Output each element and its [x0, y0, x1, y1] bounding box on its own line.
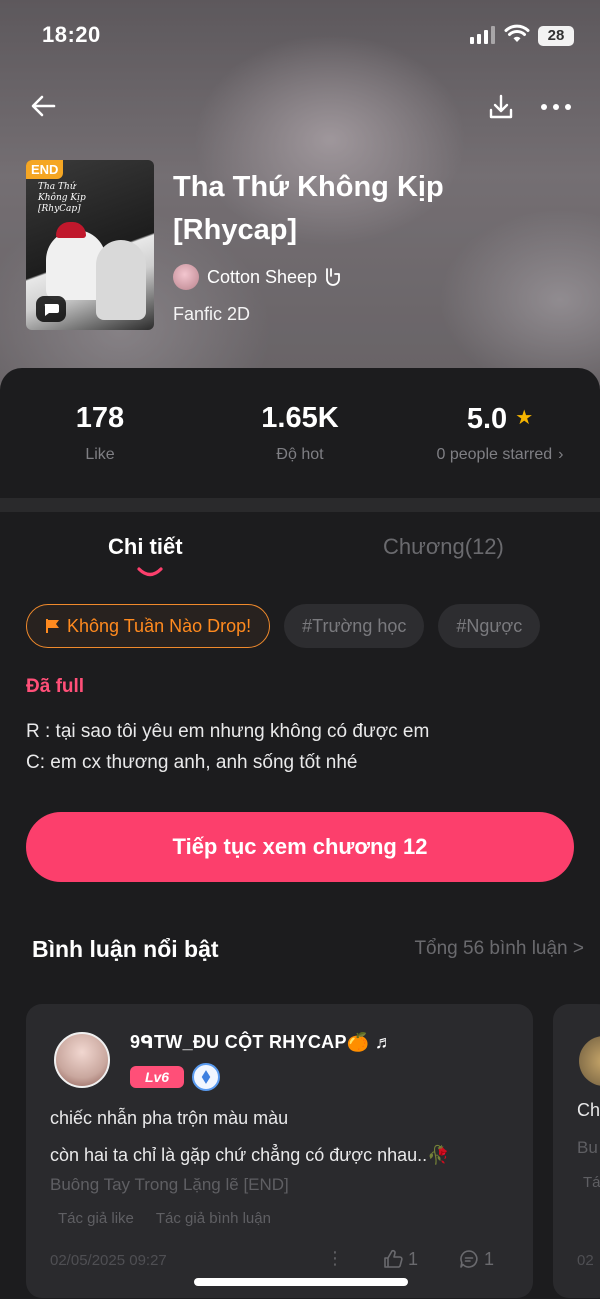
comment-card[interactable]: 9ᑫTW_ĐU CỘT RHYCAP🍊 ♬ Lv6 chiếc nhẫn pha… — [26, 1004, 533, 1298]
author-row[interactable]: Cotton Sheep — [173, 263, 343, 291]
back-arrow-icon[interactable] — [28, 90, 60, 122]
cellular-signal-icon — [470, 26, 495, 44]
star-icon: ★ — [515, 407, 534, 429]
comments-header: Bình luận nổi bật Tổng 56 bình luận > — [32, 936, 592, 970]
status-time: 18:20 — [42, 22, 101, 47]
active-tab-indicator — [137, 567, 163, 577]
stat-rating[interactable]: 5.0 ★ 0 people starred › — [400, 398, 600, 464]
comments-title: Bình luận nổi bật — [32, 936, 219, 962]
comment-date: 02/05/2025 09:27 — [50, 1252, 167, 1269]
story-genre: Fanfic 2D — [173, 304, 251, 324]
like-count: 1 — [408, 1248, 419, 1269]
more-options-icon[interactable] — [538, 92, 574, 122]
chevron-right-icon: › — [558, 446, 564, 463]
home-indicator[interactable] — [194, 1278, 408, 1286]
tab-chapters[interactable]: Chương(12) — [383, 534, 504, 560]
comment-reply-button[interactable]: 1 — [458, 1248, 494, 1270]
description-line: R : tại sao tôi yêu em nhưng không có đư… — [26, 721, 430, 742]
end-badge: END — [26, 160, 64, 179]
comment-date-partial: 02 — [577, 1252, 594, 1269]
comment-tags: Tác giả like Tác giả bình luận — [58, 1210, 271, 1227]
status-bar: 18:20 28 — [0, 0, 600, 70]
story-title: Tha Thứ Không Kịp [Rhycap] — [173, 171, 444, 246]
comment-text: chiếc nhẫn pha trộn màu màu còn hai ta c… — [50, 1100, 520, 1174]
tag-chip-hot[interactable]: Không Tuần Nào Drop! — [26, 604, 271, 648]
battery-indicator: 28 — [538, 26, 574, 46]
cover-santa-hat — [56, 222, 86, 238]
continue-reading-button[interactable]: Tiếp tục xem chương 12 — [26, 812, 574, 882]
author-avatar — [173, 264, 199, 290]
comment-line: chiếc nhẫn pha trộn màu màu — [50, 1108, 289, 1128]
rating-row: 5.0 ★ — [400, 398, 600, 438]
details-panel: 178 Like 1.65K Độ hot 5.0 ★ 0 people sta… — [0, 368, 600, 1299]
tab-bar: Chi tiết Chương(12) — [0, 530, 600, 590]
tag-label: Không Tuần Nào Drop! — [67, 615, 252, 636]
author-replied-tag: Tác giả bình luận — [155, 1210, 271, 1227]
flag-icon — [46, 619, 59, 633]
rating-label-row: 0 people starred › — [400, 446, 600, 464]
tag-chip[interactable]: #Trường học — [284, 604, 425, 648]
tag-chip[interactable]: #Ngược — [438, 604, 541, 648]
nav-bar — [0, 80, 600, 130]
member-badge-icon — [192, 1063, 220, 1091]
comment-source-partial: Bu — [577, 1138, 598, 1157]
reply-bubble-icon — [460, 1250, 478, 1268]
rating-label: 0 people starred — [436, 446, 553, 463]
comment-source-story[interactable]: Buông Tay Trong Lặng lẽ [END] — [50, 1175, 289, 1195]
likes-count: 178 — [75, 402, 125, 434]
level-badge: Lv6 — [130, 1066, 184, 1088]
comment-text-partial: Ch — [577, 1100, 600, 1120]
author-name: Cotton Sheep — [207, 266, 318, 287]
tab-details[interactable]: Chi tiết — [108, 534, 183, 560]
wifi-icon — [504, 24, 530, 42]
section-divider — [0, 498, 600, 512]
stat-likes: 178 Like — [0, 398, 200, 464]
commenter-avatar[interactable] — [54, 1032, 110, 1088]
comment-like-button[interactable]: 1 — [382, 1248, 418, 1270]
comment-menu-icon[interactable]: ⋮ — [326, 1248, 344, 1268]
cover-title-text: Tha Thứ Không Kịp [RhyCap] — [38, 182, 86, 214]
comment-line: còn hai ta chỉ là gặp chứ chẳng có được … — [50, 1145, 450, 1165]
comment-tag-partial: Tá — [583, 1174, 600, 1191]
commenter-avatar[interactable] — [579, 1036, 600, 1086]
description-line: C: em cx thương anh, anh sống tốt nhé — [26, 752, 358, 773]
author-badge-icon — [326, 268, 340, 286]
chat-bubble-icon — [36, 296, 66, 322]
download-icon[interactable] — [486, 92, 516, 122]
completion-status: Đã full — [26, 676, 85, 697]
hot-count: 1.65K — [261, 402, 339, 434]
hot-label: Độ hot — [276, 446, 324, 463]
rating-value: 5.0 — [466, 403, 508, 435]
comment-card-next[interactable]: Ch Bu Tá 02 — [553, 1004, 600, 1298]
cover-figure — [96, 240, 146, 320]
author-liked-tag: Tác giả like — [58, 1210, 134, 1227]
all-comments-link[interactable]: Tổng 56 bình luận > — [414, 938, 584, 960]
tag-list: Không Tuần Nào Drop! #Trường học #Ngược — [26, 604, 586, 648]
stats-row: 178 Like 1.65K Độ hot 5.0 ★ 0 people sta… — [0, 368, 600, 498]
commenter-name[interactable]: 9ᑫTW_ĐU CỘT RHYCAP🍊 ♬ — [130, 1032, 393, 1053]
stat-hot: 1.65K Độ hot — [200, 398, 400, 464]
thumbs-up-icon — [384, 1249, 403, 1268]
likes-label: Like — [85, 446, 115, 463]
reply-count: 1 — [484, 1248, 495, 1269]
story-description: R : tại sao tôi yêu em nhưng không có đư… — [26, 716, 566, 778]
